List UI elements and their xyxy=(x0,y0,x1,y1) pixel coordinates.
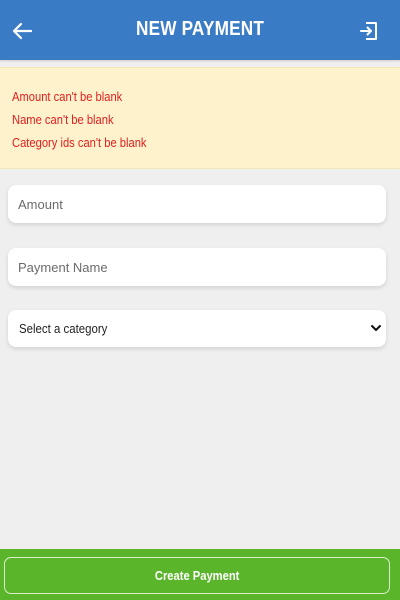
error-amount: Amount can't be blank xyxy=(12,89,123,104)
footer-bar: Create Payment xyxy=(0,549,400,600)
chevron-down-icon xyxy=(371,325,381,331)
category-select-value: Select a category xyxy=(19,321,108,336)
app-header: NEW PAYMENT xyxy=(0,0,400,60)
logout-button[interactable] xyxy=(358,18,384,44)
payment-name-input[interactable] xyxy=(8,248,386,286)
error-name: Name can't be blank xyxy=(12,112,114,127)
error-messages: Amount can't be blank Name can't be blan… xyxy=(0,67,400,169)
create-payment-label: Create Payment xyxy=(154,568,240,583)
create-payment-button[interactable]: Create Payment xyxy=(4,557,390,594)
error-category: Category ids can't be blank xyxy=(12,135,147,150)
amount-input[interactable] xyxy=(8,185,386,223)
category-select[interactable]: Select a category xyxy=(8,310,386,347)
sign-out-icon xyxy=(360,22,377,40)
page-title: NEW PAYMENT xyxy=(135,18,265,40)
